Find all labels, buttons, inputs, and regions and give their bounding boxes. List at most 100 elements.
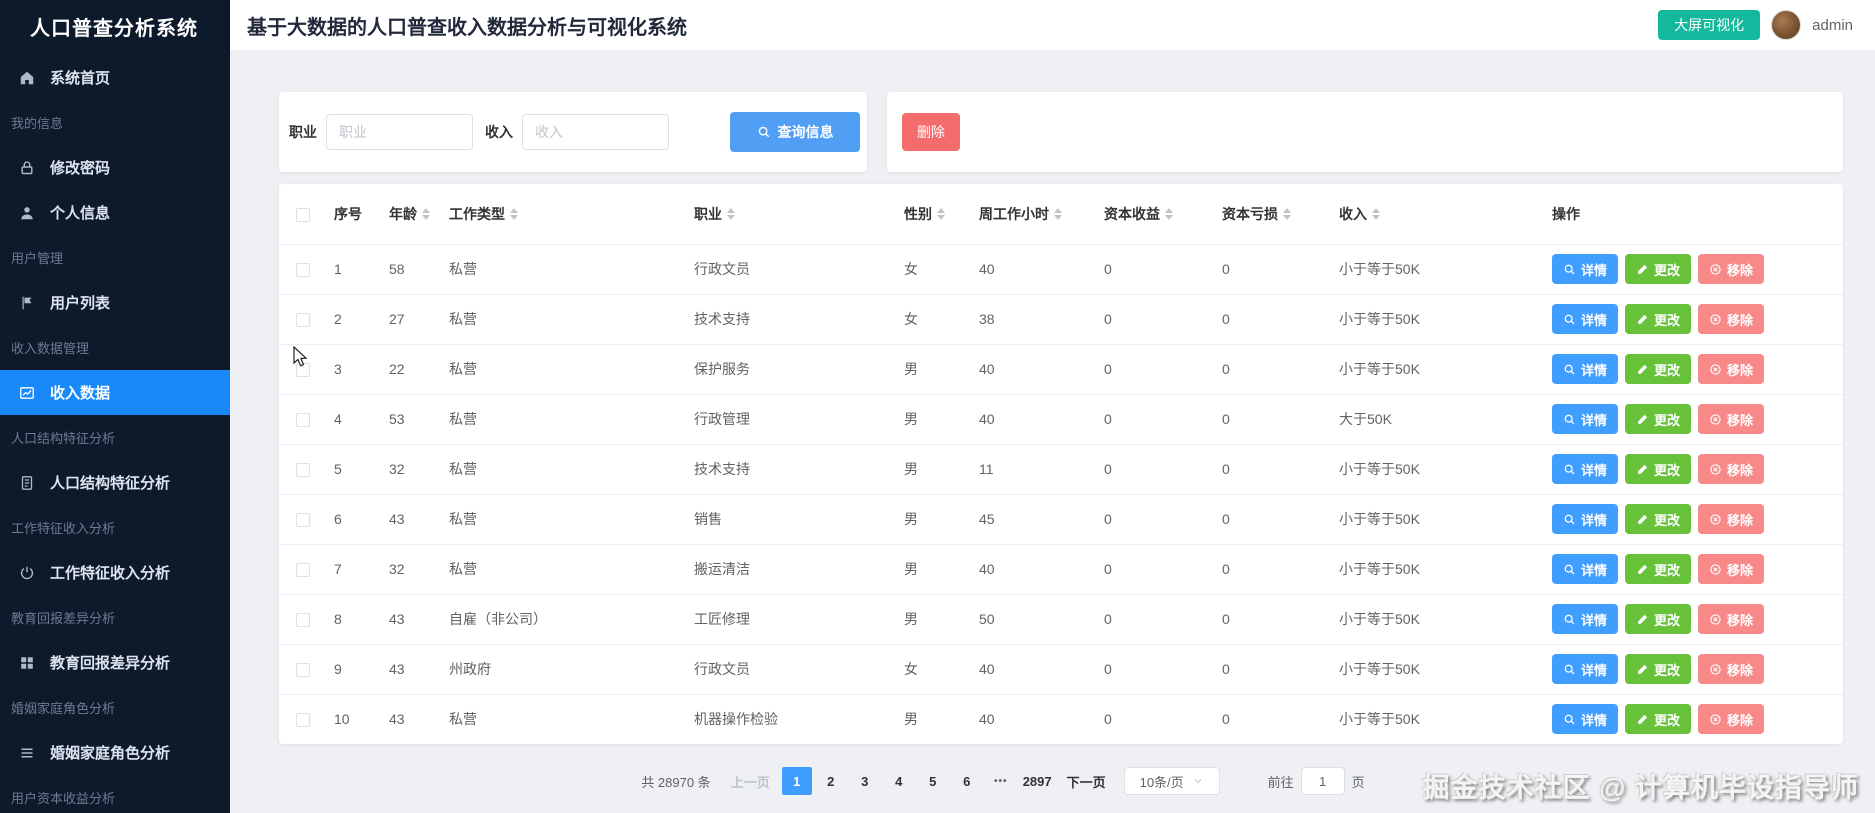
column-header[interactable]: 性别 — [894, 184, 969, 245]
column-header-label: 周工作小时 — [979, 205, 1049, 222]
detail-button[interactable]: 详情 — [1552, 704, 1619, 735]
column-header[interactable]: 资本收益 — [1094, 184, 1212, 245]
pager-page-2897[interactable]: 2897 — [1020, 767, 1055, 795]
sort-caret-icon[interactable] — [510, 207, 518, 220]
remove-button[interactable]: 移除 — [1698, 454, 1765, 484]
sort-caret-icon[interactable] — [1372, 207, 1380, 220]
edit-button[interactable]: 更改 — [1625, 454, 1692, 484]
pager-page-1[interactable]: 1 — [781, 767, 812, 795]
pager-page-4[interactable]: 4 — [884, 767, 914, 795]
sidebar-item[interactable]: 系统首页 — [0, 55, 230, 100]
detail-button[interactable]: 详情 — [1552, 304, 1619, 334]
sort-caret-icon[interactable] — [1283, 207, 1291, 220]
edit-button[interactable]: 更改 — [1625, 304, 1692, 334]
sort-caret-icon[interactable] — [727, 207, 735, 220]
edit-button[interactable]: 更改 — [1625, 504, 1692, 534]
sidebar-item[interactable]: 用户列表 — [0, 280, 230, 325]
sidebar-item[interactable]: 人口结构特征分析 — [0, 460, 230, 505]
sidebar-item[interactable]: 婚姻家庭角色分析 — [0, 730, 230, 775]
row-checkbox[interactable] — [296, 313, 310, 328]
detail-button[interactable]: 详情 — [1552, 604, 1619, 634]
main-area: 职业 收入 查询信息 删除 — [230, 50, 1875, 813]
sidebar-item[interactable]: 工作特征收入分析 — [0, 550, 230, 595]
header-right: 大屏可视化 admin — [1658, 10, 1853, 40]
edit-button[interactable]: 更改 — [1625, 404, 1692, 434]
edit-button[interactable]: 更改 — [1625, 554, 1692, 584]
income-input[interactable] — [522, 114, 669, 150]
row-checkbox[interactable] — [296, 363, 310, 378]
remove-button[interactable]: 移除 — [1698, 704, 1765, 735]
row-checkbox[interactable] — [296, 613, 310, 628]
remove-button[interactable]: 移除 — [1698, 254, 1765, 284]
remove-button-label: 移除 — [1727, 712, 1754, 728]
detail-button[interactable]: 详情 — [1552, 354, 1619, 384]
row-checkbox[interactable] — [296, 413, 310, 428]
edit-button[interactable]: 更改 — [1625, 254, 1692, 284]
remove-button[interactable]: 移除 — [1698, 604, 1765, 634]
delete-button[interactable]: 删除 — [902, 113, 960, 151]
column-header[interactable]: 资本亏损 — [1212, 184, 1329, 245]
sort-caret-icon[interactable] — [937, 207, 945, 220]
row-checkbox[interactable] — [296, 263, 310, 278]
row-checkbox[interactable] — [296, 563, 310, 578]
pager-page-2[interactable]: 2 — [816, 767, 846, 795]
column-header[interactable]: 收入 — [1329, 184, 1542, 245]
column-header-label: 工作类型 — [449, 205, 505, 222]
occupation-input[interactable] — [326, 114, 473, 150]
sort-caret-icon[interactable] — [1165, 207, 1173, 220]
edit-button[interactable]: 更改 — [1625, 704, 1692, 735]
detail-button[interactable]: 详情 — [1552, 404, 1619, 434]
goto-page-input[interactable] — [1300, 767, 1345, 795]
remove-button[interactable]: 移除 — [1698, 404, 1765, 434]
row-checkbox[interactable] — [296, 663, 310, 678]
detail-button[interactable]: 详情 — [1552, 554, 1619, 584]
detail-button[interactable]: 详情 — [1552, 504, 1619, 534]
cell-index: 10 — [334, 711, 350, 728]
big-screen-button[interactable]: 大屏可视化 — [1658, 10, 1761, 40]
detail-button[interactable]: 详情 — [1552, 254, 1619, 284]
remove-button[interactable]: 移除 — [1698, 354, 1765, 384]
pager-page-5[interactable]: 5 — [918, 767, 948, 795]
next-page-button[interactable]: 下一页 — [1063, 772, 1110, 791]
row-checkbox[interactable] — [296, 207, 310, 222]
remove-button[interactable]: 移除 — [1698, 654, 1765, 684]
column-header[interactable]: 周工作小时 — [969, 184, 1094, 245]
cell-capital_gain: 0 — [1104, 711, 1112, 728]
sort-caret-icon[interactable] — [422, 207, 430, 220]
edit-button-label: 更改 — [1654, 662, 1681, 678]
sidebar-item[interactable]: 个人信息 — [0, 190, 230, 235]
query-button[interactable]: 查询信息 — [730, 112, 860, 152]
edit-button[interactable]: 更改 — [1625, 654, 1692, 684]
column-header[interactable]: 职业 — [684, 184, 894, 245]
cell-capital_gain: 0 — [1094, 394, 1212, 445]
pager-ellipsis[interactable]: ••• — [986, 767, 1016, 795]
page-size-select[interactable]: 10条/页 — [1123, 767, 1220, 795]
pencil-icon — [1636, 363, 1649, 376]
table-row: 8 43 自雇（非公司） 工匠修理男 50 0 0 小于等于50K 详情 更改 移除 — [279, 594, 1843, 645]
column-header[interactable]: 工作类型 — [439, 184, 684, 245]
edit-button[interactable]: 更改 — [1625, 354, 1692, 384]
row-checkbox[interactable] — [296, 463, 310, 478]
row-checkbox[interactable] — [296, 713, 310, 728]
prev-page-button[interactable]: 上一页 — [727, 772, 774, 791]
avatar[interactable] — [1771, 10, 1802, 40]
remove-button[interactable]: 移除 — [1698, 554, 1765, 584]
cell-income: 小于等于50K — [1329, 594, 1542, 645]
row-checkbox[interactable] — [296, 513, 310, 528]
pager-page-3[interactable]: 3 — [850, 767, 880, 795]
sidebar-item[interactable]: 收入数据 — [0, 370, 230, 415]
detail-button[interactable]: 详情 — [1552, 454, 1619, 484]
cell-income: 小于等于50K — [1329, 294, 1542, 345]
pager-page-6[interactable]: 6 — [952, 767, 982, 795]
remove-button[interactable]: 移除 — [1698, 504, 1765, 534]
search-icon — [1563, 363, 1576, 376]
column-header[interactable]: 年龄 — [379, 184, 439, 245]
sidebar-item[interactable]: 修改密码 — [0, 145, 230, 190]
sidebar-item[interactable]: 教育回报差异分析 — [0, 640, 230, 685]
cell-work_type: 私营 — [439, 244, 684, 295]
sort-caret-icon[interactable] — [1054, 207, 1062, 220]
detail-button[interactable]: 详情 — [1552, 654, 1619, 684]
edit-button[interactable]: 更改 — [1625, 604, 1692, 634]
remove-button[interactable]: 移除 — [1698, 304, 1765, 334]
cell-occupation: 机器操作检验 — [694, 711, 778, 728]
